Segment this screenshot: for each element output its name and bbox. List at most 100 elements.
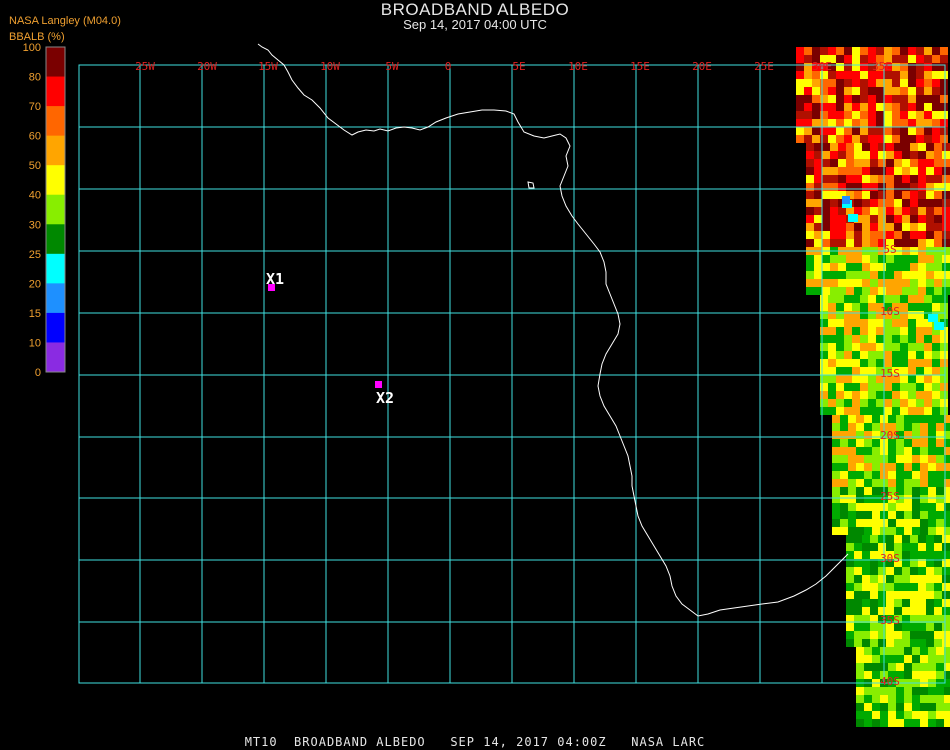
albedo-pixel [836, 391, 844, 399]
albedo-pixel [848, 447, 856, 455]
albedo-pixel [884, 359, 892, 367]
albedo-pixel [912, 423, 920, 431]
albedo-pixel [934, 322, 944, 330]
albedo-pixel [844, 367, 852, 375]
albedo-pixel [936, 463, 944, 471]
albedo-pixel [894, 631, 902, 639]
albedo-pixel [902, 175, 910, 183]
albedo-pixel [822, 175, 830, 183]
albedo-pixel [804, 47, 812, 55]
albedo-pixel [912, 439, 920, 447]
albedo-pixel [838, 239, 846, 247]
albedo-pixel [884, 391, 892, 399]
albedo-pixel [900, 327, 908, 335]
albedo-pixel [894, 271, 902, 279]
albedo-pixel [876, 103, 884, 111]
albedo-pixel [908, 327, 916, 335]
albedo-pixel [868, 335, 876, 343]
albedo-pixel [900, 359, 908, 367]
albedo-pixel [902, 279, 910, 287]
albedo-pixel [814, 287, 822, 295]
albedo-pixel [832, 495, 840, 503]
albedo-pixel [894, 599, 902, 607]
albedo-pixel [796, 79, 804, 87]
albedo-pixel [910, 191, 918, 199]
albedo-pixel [918, 543, 926, 551]
albedo-pixel [814, 223, 822, 231]
albedo-pixel [934, 183, 942, 191]
albedo-pixel [902, 583, 910, 591]
albedo-pixel [928, 671, 936, 679]
albedo-pixel [836, 303, 844, 311]
albedo-pixel [854, 191, 862, 199]
albedo-pixel [886, 263, 894, 271]
albedo-pixel [852, 63, 860, 71]
marker-point [375, 381, 382, 388]
albedo-pixel [804, 95, 812, 103]
albedo-pixel [918, 199, 926, 207]
albedo-pixel [900, 295, 908, 303]
albedo-pixel [900, 311, 908, 319]
albedo-pixel [910, 287, 918, 295]
albedo-pixel [860, 359, 868, 367]
albedo-pixel [860, 319, 868, 327]
albedo-pixel [830, 143, 838, 151]
albedo-pixel [886, 543, 894, 551]
albedo-pixel [836, 335, 844, 343]
albedo-pixel [870, 551, 878, 559]
albedo-pixel [814, 199, 822, 207]
albedo-pixel [886, 199, 894, 207]
albedo-pixel [876, 87, 884, 95]
albedo-pixel [820, 303, 828, 311]
albedo-pixel [814, 271, 822, 279]
albedo-pixel [886, 271, 894, 279]
albedo-pixel [910, 623, 918, 631]
albedo-pixel [852, 335, 860, 343]
albedo-pixel [862, 575, 870, 583]
albedo-pixel [796, 47, 804, 55]
albedo-pixel [860, 119, 868, 127]
albedo-pixel [844, 375, 852, 383]
albedo-pixel [828, 367, 836, 375]
albedo-pixel [894, 151, 902, 159]
albedo-pixel [918, 287, 926, 295]
albedo-pixel [878, 575, 886, 583]
albedo-pixel [806, 143, 814, 151]
albedo-pixel [852, 391, 860, 399]
albedo-pixel [796, 71, 804, 79]
albedo-pixel [918, 535, 926, 543]
albedo-pixel [940, 119, 948, 127]
albedo-pixel [932, 135, 940, 143]
colorbar-segment [46, 76, 65, 107]
albedo-pixel [854, 535, 862, 543]
albedo-pixel [932, 63, 940, 71]
albedo-pixel [918, 239, 926, 247]
albedo-pixel [876, 343, 884, 351]
albedo-pixel [884, 351, 892, 359]
albedo-pixel [864, 703, 872, 711]
albedo-pixel [828, 327, 836, 335]
albedo-pixel [934, 151, 942, 159]
latitude-label: 40S [880, 675, 900, 688]
albedo-pixel [856, 511, 864, 519]
albedo-pixel [894, 167, 902, 175]
albedo-pixel [908, 407, 916, 415]
albedo-pixel [894, 191, 902, 199]
albedo-pixel [880, 711, 888, 719]
albedo-pixel [924, 71, 932, 79]
albedo-pixel [856, 455, 864, 463]
albedo-pixel [814, 159, 822, 167]
albedo-pixel [918, 607, 926, 615]
albedo-pixel [908, 111, 916, 119]
albedo-pixel [900, 127, 908, 135]
albedo-pixel [830, 279, 838, 287]
albedo-pixel [942, 623, 950, 631]
albedo-pixel [846, 599, 854, 607]
albedo-pixel [892, 391, 900, 399]
albedo-pixel [932, 359, 940, 367]
albedo-pixel [940, 359, 948, 367]
albedo-pixel [822, 263, 830, 271]
albedo-pixel [852, 111, 860, 119]
albedo-pixel [832, 423, 840, 431]
albedo-pixel [870, 631, 878, 639]
